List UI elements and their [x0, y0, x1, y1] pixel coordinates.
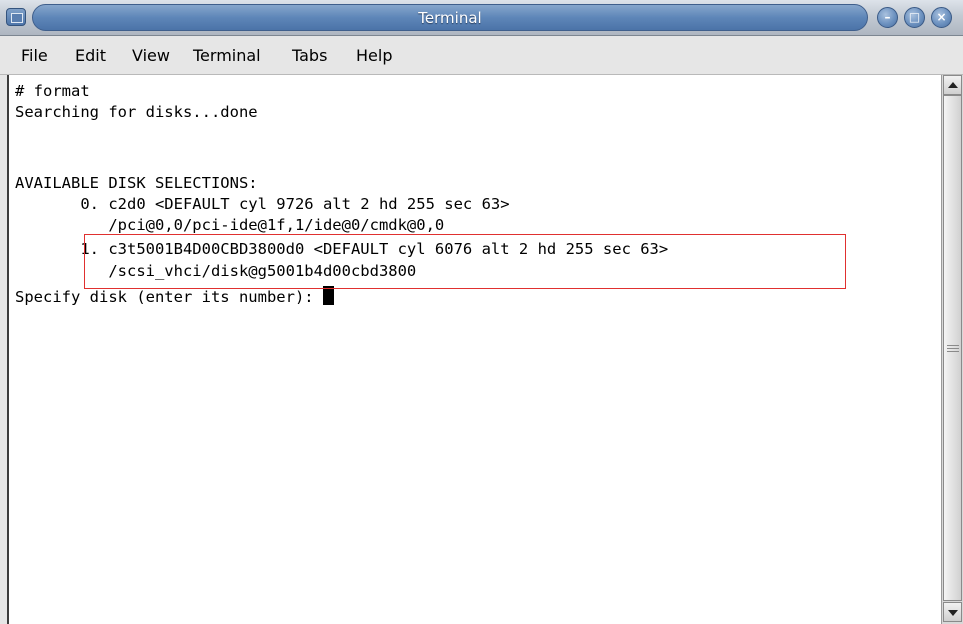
menu-edit[interactable]: Edit: [75, 46, 106, 65]
grip-line: [947, 351, 959, 352]
prompt-line: Specify disk (enter its number):: [15, 286, 334, 307]
menu-terminal[interactable]: Terminal: [193, 46, 261, 65]
scroll-down-icon[interactable]: [943, 602, 962, 622]
menu-file[interactable]: File: [21, 46, 48, 65]
scroll-up-icon[interactable]: [943, 75, 962, 95]
terminal-line: /pci@0,0/pci-ide@1f,1/ide@0/cmdk@0,0: [15, 216, 445, 234]
menu-view[interactable]: View: [132, 46, 170, 65]
terminal-window: Terminal – □ × File Edit View Terminal T…: [0, 0, 963, 624]
grip-line: [947, 345, 959, 346]
terminal-line: AVAILABLE DISK SELECTIONS:: [15, 174, 258, 192]
menu-bar: File Edit View Terminal Tabs Help: [0, 36, 963, 75]
menu-tabs[interactable]: Tabs: [292, 46, 327, 65]
title-pill: Terminal: [32, 4, 868, 31]
minimize-icon[interactable]: –: [877, 7, 898, 28]
terminal-output[interactable]: # format Searching for disks...done AVAI…: [7, 75, 941, 624]
window-title: Terminal: [418, 9, 482, 27]
scrollbar-thumb[interactable]: [943, 95, 962, 601]
close-icon[interactable]: ×: [931, 7, 952, 28]
window-menu-icon[interactable]: [6, 8, 26, 26]
prompt-text: Specify disk (enter its number):: [15, 288, 323, 306]
selection-highlight-box: [84, 234, 846, 289]
grip-line: [947, 348, 959, 349]
vertical-scrollbar[interactable]: [941, 75, 963, 624]
terminal-line: Searching for disks...done: [15, 103, 258, 121]
terminal-line: 0. c2d0 <DEFAULT cyl 9726 alt 2 hd 255 s…: [15, 195, 510, 213]
terminal-line: # format: [15, 82, 90, 100]
title-bar[interactable]: Terminal – □ ×: [0, 0, 963, 36]
maximize-icon[interactable]: □: [904, 7, 925, 28]
menu-help[interactable]: Help: [356, 46, 392, 65]
